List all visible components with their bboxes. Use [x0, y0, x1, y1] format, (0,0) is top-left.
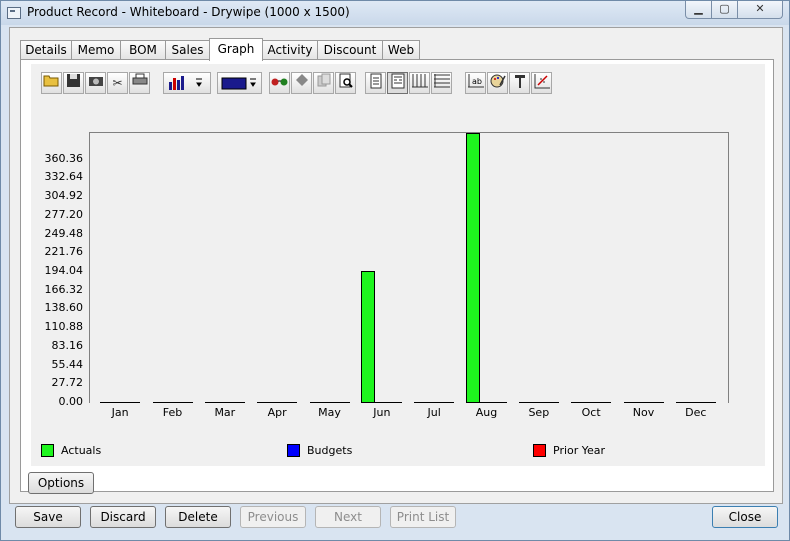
bar-jun[interactable]: [360, 271, 375, 403]
x-tick-label: Dec: [685, 406, 707, 419]
x-tick-label: Jul: [427, 406, 441, 419]
category-baseline: [204, 402, 245, 403]
category-baseline: [623, 402, 664, 403]
tab-details[interactable]: Details: [20, 40, 72, 60]
y-tick-label: 166.32: [44, 282, 84, 296]
previous-button[interactable]: Previous: [240, 506, 306, 528]
category-baseline: [309, 402, 350, 403]
open-folder-icon[interactable]: [41, 72, 62, 94]
y-tick-label: 194.04: [44, 264, 84, 278]
category-baseline: [518, 402, 559, 403]
category-baseline: [100, 402, 141, 403]
svg-text:ab: ab: [472, 77, 482, 86]
x-tick-label: Jan: [111, 406, 129, 419]
options-button[interactable]: Options: [28, 472, 94, 494]
palette-icon[interactable]: [487, 72, 508, 94]
title-bar[interactable]: Product Record - Whiteboard - Drywipe (1…: [1, 1, 789, 25]
x-tick-label: Mar: [214, 406, 236, 419]
delete-button[interactable]: Delete: [165, 506, 231, 528]
landscape-page-icon[interactable]: [387, 72, 408, 94]
tools-icon[interactable]: [509, 72, 530, 94]
close-window-button[interactable]: ✕: [737, 1, 783, 19]
legend-label-budgets: Budgets: [307, 444, 353, 457]
data-labels-icon[interactable]: ab: [465, 72, 486, 94]
x-tick-label: Jun: [373, 406, 391, 419]
window-title: Product Record - Whiteboard - Drywipe (1…: [27, 5, 350, 19]
portrait-page-icon[interactable]: [365, 72, 386, 94]
y-tick-label: 83.16: [51, 338, 84, 352]
save-icon[interactable]: [63, 72, 84, 94]
shape-icon[interactable]: [291, 72, 312, 94]
category-baseline: [152, 402, 193, 403]
camera-icon[interactable]: [85, 72, 106, 94]
discard-button[interactable]: Discard: [90, 506, 156, 528]
category-baseline: [675, 402, 716, 403]
y-tick-label: 249.48: [44, 226, 84, 240]
glasses-icon[interactable]: [269, 72, 290, 94]
next-button[interactable]: Next: [315, 506, 381, 528]
x-tick-label: May: [318, 406, 341, 419]
y-tick-label: 110.88: [44, 320, 84, 334]
app-window-icon: [7, 7, 21, 19]
x-tick-label: Nov: [632, 406, 655, 419]
y-tick-label: 360.36: [44, 151, 84, 165]
bar-aug[interactable]: [465, 133, 480, 403]
tab-memo[interactable]: Memo: [71, 40, 121, 60]
legend-swatch-budgets: [287, 444, 300, 457]
y-tick-label: 0.00: [58, 395, 84, 408]
save-button[interactable]: Save: [15, 506, 81, 528]
x-tick-label: Feb: [162, 406, 183, 419]
x-tick-label: Apr: [267, 406, 287, 419]
x-tick-label: Oct: [581, 406, 601, 419]
tab-sales[interactable]: Sales: [165, 40, 210, 60]
y-tick-label: 277.20: [44, 207, 84, 221]
series-color-dropdown[interactable]: [217, 72, 262, 94]
product-record-window: Product Record - Whiteboard - Drywipe (1…: [0, 0, 790, 541]
legend-label-prior-year: Prior Year: [553, 444, 606, 457]
close-button[interactable]: Close: [712, 506, 778, 528]
tab-web[interactable]: Web: [382, 40, 420, 60]
tab-graph[interactable]: Graph: [209, 38, 263, 61]
print-icon[interactable]: [129, 72, 150, 94]
category-baseline: [571, 402, 612, 403]
category-baseline: [257, 402, 298, 403]
y-tick-label: 304.92: [44, 189, 84, 203]
chart-plot-area: [89, 132, 729, 403]
y-tick-label: 55.44: [51, 357, 84, 371]
legend-swatch-actuals: [41, 444, 54, 457]
cut-icon[interactable]: ✂: [107, 72, 128, 94]
x-tick-label: Sep: [528, 406, 550, 419]
graph-container: ✂ ab 0.00 27.72 55.44 83.16 110.88 138.6…: [31, 64, 765, 466]
tab-bom[interactable]: BOM: [120, 40, 166, 60]
x-tick-label: Aug: [475, 406, 498, 419]
vertical-grid-icon[interactable]: [409, 72, 430, 94]
print-preview-icon[interactable]: [335, 72, 356, 94]
legend-label-actuals: Actuals: [61, 444, 102, 457]
print-list-button[interactable]: Print List: [390, 506, 456, 528]
graph-tab-panel: ✂ ab 0.00 27.72 55.44 83.16 110.88 138.6…: [20, 59, 774, 494]
y-tick-label: 221.76: [44, 245, 84, 259]
y-tick-label: 27.72: [51, 376, 84, 390]
chart-type-dropdown[interactable]: [163, 72, 211, 94]
y-tick-label: 332.64: [44, 170, 84, 184]
copy-icon[interactable]: [313, 72, 334, 94]
maximize-button[interactable]: ▢: [711, 1, 738, 19]
minimize-button[interactable]: ▁: [685, 1, 712, 19]
category-baseline: [414, 402, 455, 403]
axis-settings-icon[interactable]: [531, 72, 552, 94]
tab-discount[interactable]: Discount: [317, 40, 383, 60]
y-tick-label: 138.60: [44, 301, 84, 315]
form-client-area: Details Memo BOM Sales Graph Activity Di…: [9, 27, 783, 504]
legend-swatch-prior-year: [533, 444, 546, 457]
horizontal-grid-icon[interactable]: [431, 72, 452, 94]
tab-activity[interactable]: Activity: [262, 40, 318, 60]
